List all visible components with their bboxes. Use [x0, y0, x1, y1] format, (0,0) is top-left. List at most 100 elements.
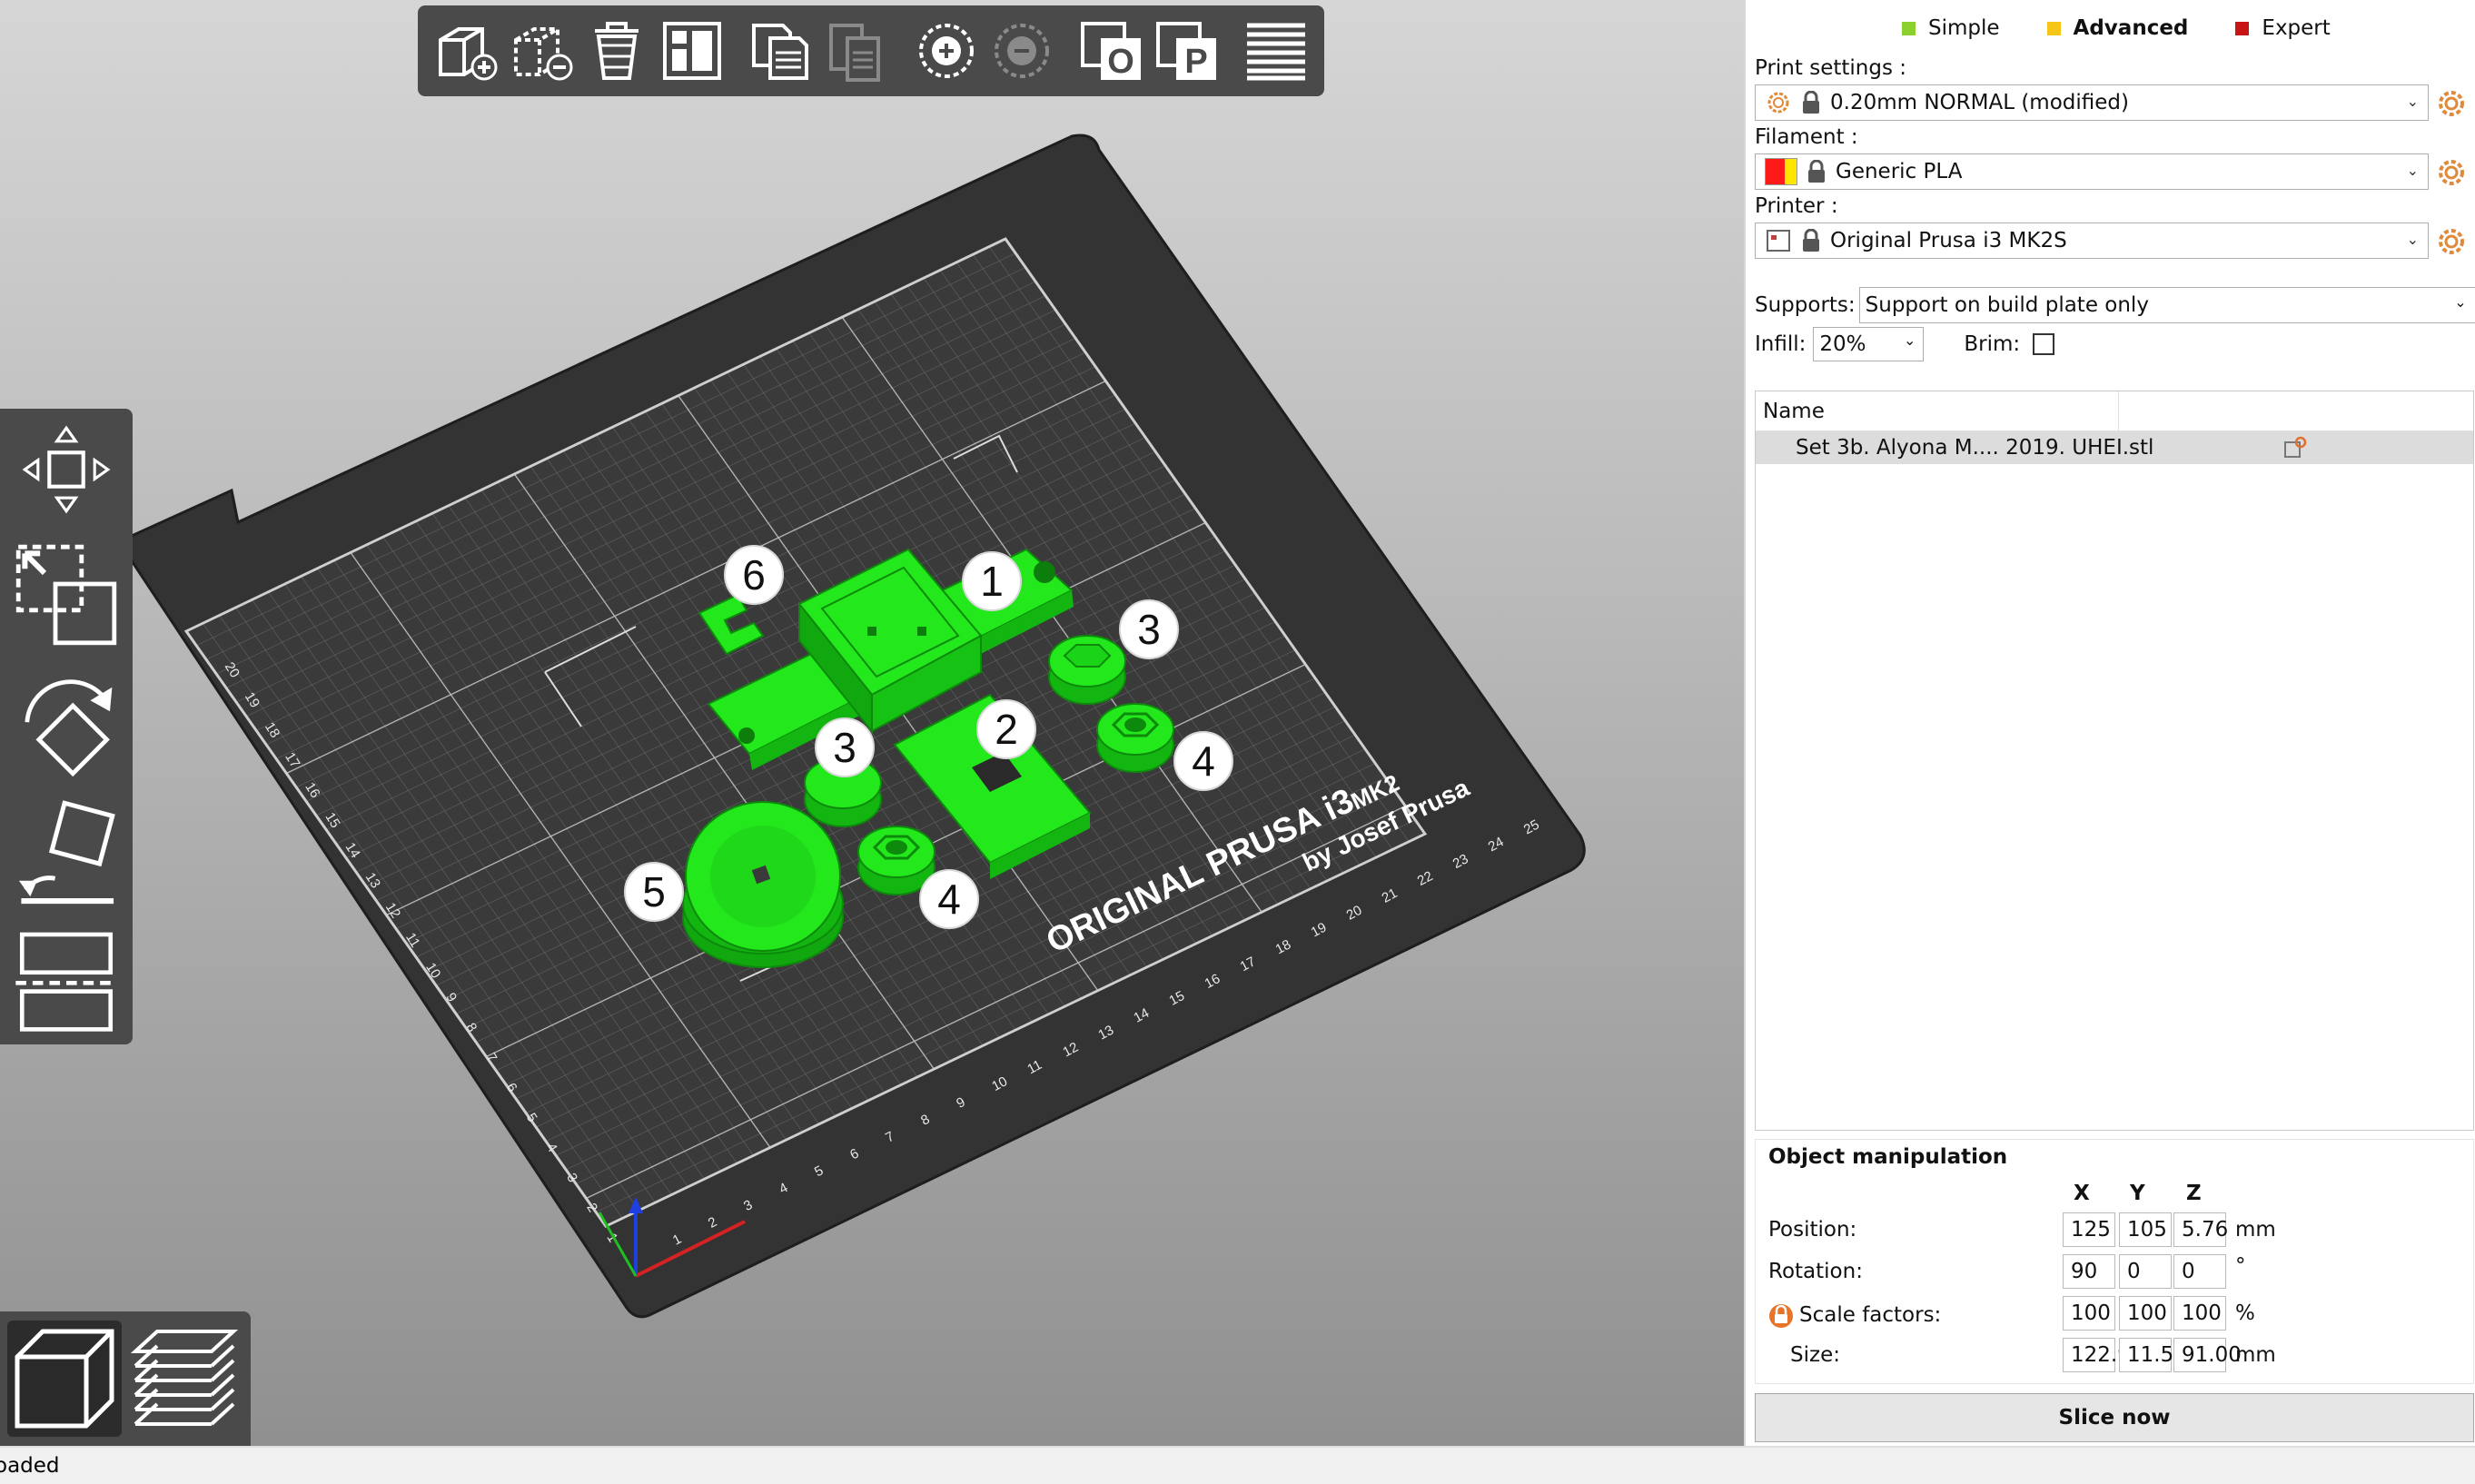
copy-button[interactable]	[747, 12, 817, 90]
paste-button[interactable]	[822, 12, 892, 90]
printer-combo[interactable]: Original Prusa i3 MK2S ⌄	[1755, 223, 2429, 259]
rotation-y-field[interactable]: 0	[2119, 1254, 2172, 1289]
delete-all-button[interactable]	[581, 12, 651, 90]
printer-icon	[1767, 230, 1790, 252]
scale-factors-label: Scale factors:	[1799, 1303, 1942, 1327]
split-parts-button[interactable]: P	[1152, 12, 1222, 90]
part-callout-number: 1	[980, 558, 1004, 605]
gizmo-toolbar	[0, 409, 133, 1044]
mode-expert-swatch	[2235, 21, 2250, 35]
scale-gizmo-button[interactable]	[7, 536, 125, 654]
filament-label: Filament :	[1755, 125, 1858, 149]
slice-now-button[interactable]: Slice now	[1755, 1393, 2474, 1442]
supports-row: Supports: Support on build plate only ⌄	[1755, 287, 2475, 323]
cube-icon	[15, 1329, 114, 1429]
object-list-item[interactable]: Set 3b. Alyona M.... 2019. UHEI.stl	[1756, 431, 2473, 464]
add-object-icon	[438, 27, 498, 81]
object-list[interactable]: Name Set 3b. Alyona M.... 2019. UHEI.stl	[1755, 391, 2474, 1131]
part-callout: 1	[962, 551, 1022, 611]
arrange-button[interactable]	[657, 12, 727, 90]
mode-expert[interactable]: Expert	[2235, 16, 2331, 40]
part-5-dome	[682, 801, 844, 968]
part-callout-number: 3	[1137, 606, 1161, 653]
part-callout-number: 3	[833, 724, 856, 771]
status-bar: oaded	[0, 1446, 2475, 1484]
part-callout: 4	[919, 869, 979, 929]
mode-simple[interactable]: Simple	[1902, 16, 2000, 40]
place-on-face-icon	[18, 800, 115, 905]
brim-checkbox[interactable]	[2033, 333, 2055, 355]
chevron-down-icon: ⌄	[2406, 231, 2419, 248]
size-z-field[interactable]: 91.00	[2173, 1338, 2242, 1372]
settings-sidebar: Simple Advanced Expert Print settings : …	[1744, 0, 2475, 1446]
mode-advanced-swatch	[2046, 21, 2061, 35]
svg-text:O: O	[1107, 43, 1134, 81]
delete-object-button[interactable]	[506, 12, 576, 90]
paste-icon	[829, 24, 881, 82]
axis-y-header: Y	[2130, 1182, 2145, 1205]
brim-label: Brim:	[1964, 332, 2021, 356]
print-settings-label: Print settings :	[1755, 56, 1906, 80]
position-z-field[interactable]: 5.76	[2173, 1212, 2228, 1247]
3d-viewport[interactable]: ORIGINAL PRUSA i3 MK2 by Josef Prusa 123…	[0, 0, 1744, 1446]
main-toolbar: O P	[418, 5, 1324, 96]
position-unit: mm	[2235, 1218, 2276, 1242]
mode-simple-swatch	[1902, 21, 1916, 35]
print-settings-value: 0.20mm NORMAL (modified)	[1830, 91, 2129, 114]
infill-label: Infill:	[1755, 332, 1807, 356]
filament-edit-icon[interactable]	[2435, 156, 2468, 189]
cut-gizmo-button[interactable]	[7, 926, 125, 1035]
scale-y-field[interactable]: 100	[2119, 1296, 2172, 1331]
rotation-x-field[interactable]: 90	[2063, 1254, 2115, 1289]
position-x-field[interactable]: 125	[2063, 1212, 2115, 1247]
part-callout-number: 4	[937, 876, 961, 923]
rotate-gizmo-button[interactable]	[7, 668, 125, 786]
object-settings-icon[interactable]	[2282, 435, 2308, 460]
supports-value: Support on build plate only	[1865, 293, 2149, 317]
place-on-face-button[interactable]	[7, 790, 125, 917]
object-manipulation-panel: Object manipulation X Y Z Position: 125 …	[1755, 1139, 2474, 1384]
print-settings-combo[interactable]: 0.20mm NORMAL (modified) ⌄	[1755, 84, 2429, 121]
split-parts-icon: P	[1155, 22, 1216, 81]
part-callout-number: 6	[742, 551, 766, 599]
svg-text:P: P	[1184, 43, 1207, 81]
status-text: oaded	[0, 1454, 60, 1478]
preview-layers-button[interactable]	[127, 1321, 242, 1437]
scale-lock-icon[interactable]	[1768, 1301, 1794, 1329]
part-callout: 2	[976, 699, 1036, 759]
part-3-knob-a	[1048, 635, 1126, 705]
printer-edit-icon[interactable]	[2435, 225, 2468, 258]
scale-factors-row-label: Scale factors:	[1768, 1301, 1941, 1329]
scale-unit: %	[2235, 1301, 2255, 1325]
supports-combo[interactable]: Support on build plate only ⌄	[1858, 287, 2475, 323]
arrange-icon	[662, 22, 721, 80]
scale-x-field[interactable]: 100	[2063, 1296, 2115, 1331]
print-settings-edit-icon[interactable]	[2435, 87, 2468, 120]
scale-z-field[interactable]: 100	[2173, 1296, 2226, 1331]
part-callout: 3	[1119, 599, 1179, 659]
split-objects-button[interactable]: O	[1076, 12, 1146, 90]
part-callout-number: 2	[995, 706, 1018, 753]
add-instance-button[interactable]	[912, 12, 982, 90]
printer-label: Printer :	[1755, 194, 1838, 218]
move-gizmo-button[interactable]	[7, 420, 125, 519]
size-x-field[interactable]: 122.97	[2063, 1338, 2143, 1372]
part-callout: 3	[815, 717, 875, 777]
mode-advanced[interactable]: Advanced	[2046, 16, 2188, 40]
infill-combo[interactable]: 20% ⌄	[1813, 327, 1925, 361]
position-y-field[interactable]: 105	[2119, 1212, 2172, 1247]
layers-editing-button[interactable]	[1242, 12, 1312, 90]
plus-circle-icon	[919, 24, 975, 78]
rotation-unit: °	[2235, 1254, 2246, 1278]
column-name-header[interactable]: Name	[1756, 391, 2119, 430]
build-plate-scene[interactable]: ORIGINAL PRUSA i3 MK2 by Josef Prusa 123…	[0, 0, 1744, 1446]
remove-instance-button[interactable]	[987, 12, 1057, 90]
size-y-field[interactable]: 11.52	[2119, 1338, 2187, 1372]
copy-icon	[752, 24, 809, 80]
filament-combo[interactable]: Generic PLA ⌄	[1755, 153, 2429, 190]
scale-icon	[15, 544, 117, 646]
add-object-button[interactable]	[431, 12, 500, 90]
settings-cog-icon	[1767, 92, 1789, 114]
rotation-z-field[interactable]: 0	[2173, 1254, 2226, 1289]
3d-view-button[interactable]	[7, 1321, 122, 1437]
